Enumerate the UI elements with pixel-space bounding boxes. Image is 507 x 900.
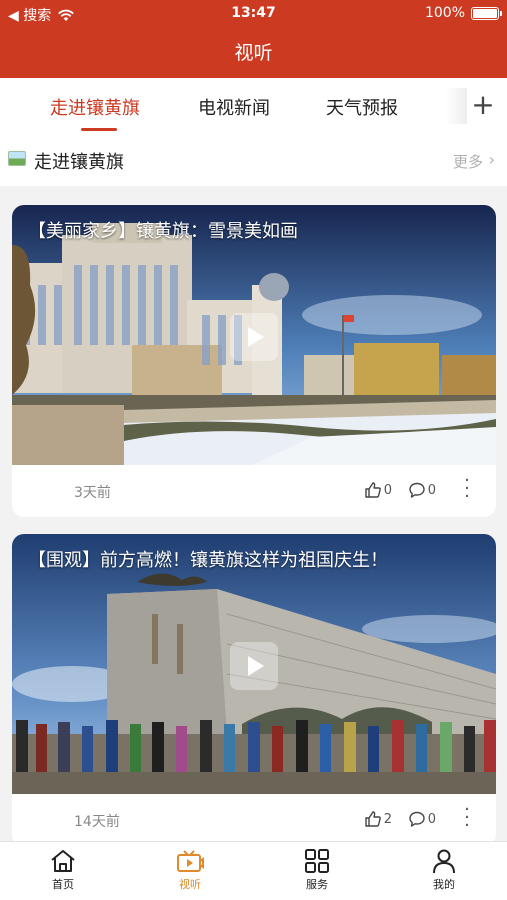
more-link[interactable]: 更多 [453, 151, 483, 172]
comment-icon [409, 811, 425, 827]
card-footer: 14天前 2 0 · · · [12, 794, 496, 846]
nav-media-label: 视听 [179, 878, 201, 891]
comment-icon [409, 482, 425, 498]
grid-icon [305, 849, 329, 873]
nav-services-label: 服务 [306, 878, 328, 891]
play-icon[interactable] [230, 313, 278, 361]
battery-status: 100% [424, 5, 502, 21]
page-title: 视听 [0, 28, 507, 78]
nav-media[interactable]: 视听 [160, 848, 220, 892]
home-icon [51, 850, 75, 872]
section-header: 走进镶黄旗 更多 › [0, 134, 507, 186]
channel-tabs: 走进镶黄旗 电视新闻 天气预报 + [0, 78, 507, 134]
tab-tv-news[interactable]: 电视新闻 [198, 94, 270, 120]
section-title: 走进镶黄旗 [34, 152, 124, 173]
thumbs-up-icon [365, 811, 381, 827]
video-title: 【围观】前方高燃！镶黄旗这样为祖国庆生！ [28, 550, 388, 571]
bottom-nav: 首页 视听 服务 我的 [0, 841, 507, 900]
tab-scroll-fade [445, 88, 467, 124]
more-options-icon[interactable]: · · · [462, 801, 472, 835]
chevron-right-icon[interactable]: › [489, 150, 495, 169]
tab-zoujin[interactable]: 走进镶黄旗 [50, 94, 140, 120]
nav-home-label: 首页 [52, 878, 74, 891]
video-thumbnail[interactable]: 【围观】前方高燃！镶黄旗这样为祖国庆生！ [12, 534, 496, 794]
like-button[interactable]: 0 [364, 481, 392, 499]
more-options-icon[interactable]: · · · [462, 472, 472, 506]
video-thumbnail[interactable]: 【美丽家乡】镶黄旗：雪景美如画 [12, 205, 496, 465]
card-footer: 3天前 0 0 · · · [12, 465, 496, 517]
comment-count: 0 [427, 811, 436, 827]
nav-services[interactable]: 服务 [287, 848, 347, 892]
status-bar: ◀ 搜索 13:47 100% [0, 0, 507, 28]
play-icon[interactable] [230, 642, 278, 690]
tab-weather[interactable]: 天气预报 [326, 94, 398, 120]
like-button[interactable]: 2 [364, 810, 392, 828]
tv-icon [177, 850, 204, 872]
video-card[interactable]: 【围观】前方高燃！镶黄旗这样为祖国庆生！ 14天前 2 0 · · · [12, 534, 496, 846]
plus-icon[interactable]: + [468, 88, 498, 124]
thumbs-up-icon [365, 482, 381, 498]
image-icon [8, 151, 26, 166]
video-card[interactable]: 【美丽家乡】镶黄旗：雪景美如画 3天前 0 0 · · · [12, 205, 496, 517]
comment-button[interactable]: 0 [408, 481, 436, 499]
nav-home[interactable]: 首页 [33, 848, 93, 892]
nav-profile-label: 我的 [433, 878, 455, 891]
publish-time: 14天前 [74, 814, 120, 830]
user-icon [433, 849, 455, 874]
active-tab-indicator [81, 128, 117, 131]
like-count: 2 [383, 811, 392, 827]
battery-icon [471, 6, 502, 20]
battery-percent: 100% [424, 5, 465, 21]
comment-button[interactable]: 0 [408, 810, 436, 828]
like-count: 0 [383, 482, 392, 498]
publish-time: 3天前 [74, 485, 111, 501]
video-title: 【美丽家乡】镶黄旗：雪景美如画 [28, 221, 298, 242]
comment-count: 0 [427, 482, 436, 498]
nav-profile[interactable]: 我的 [414, 848, 474, 892]
